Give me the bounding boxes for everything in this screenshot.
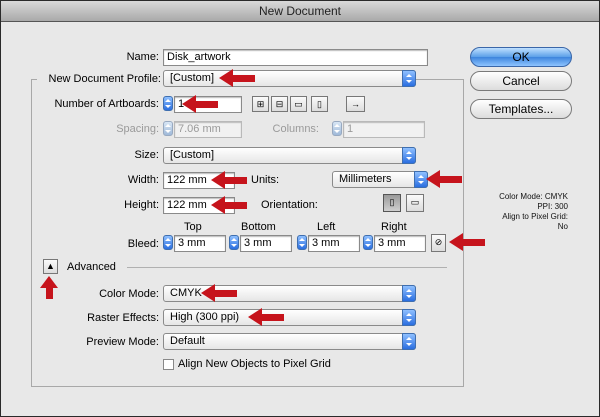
bleed-right-field[interactable]: 3 mm [374,235,426,252]
chevron-updown-icon [402,70,416,87]
triangle-up-icon[interactable]: ▲ [43,259,58,274]
units-select[interactable]: Millimeters [332,171,428,188]
bleed-right-stepper[interactable] [363,235,373,250]
bleed-bottom-stepper[interactable] [229,235,239,250]
summary-color-mode: Color Mode: CMYK [499,192,568,201]
annotation-arrow-up-shaft [46,287,53,299]
size-select[interactable]: [Custom] [163,147,416,164]
bleed-top-label: Top [184,221,202,233]
templates-button[interactable]: Templates... [470,99,572,119]
size-label: Size: [134,149,159,161]
orientation-label: Orientation: [261,199,318,211]
chevron-updown-icon [402,285,416,302]
portrait-icon[interactable]: ▯ [383,194,401,212]
chevron-updown-icon [402,147,416,164]
advanced-divider [127,267,447,268]
bleed-right-label: Right [381,221,407,233]
height-label: Height: [124,199,159,211]
color-mode-label: Color Mode: [99,288,159,300]
bleed-top-field[interactable]: 3 mm [174,235,226,252]
spacing-label: Spacing: [116,123,159,135]
cancel-button[interactable]: Cancel [470,71,572,91]
raster-effects-label: Raster Effects: [87,312,159,324]
units-value: Millimeters [339,173,392,185]
bleed-top-stepper[interactable] [163,235,173,250]
bleed-left-label: Left [317,221,336,233]
width-label: Width: [127,174,159,186]
arrange-by-row-icon[interactable]: ▭ [290,96,307,112]
bleed-label: Bleed: [127,238,159,250]
arrange-by-column-icon[interactable]: ▯ [311,96,328,112]
preview-mode-select[interactable]: Default [163,333,416,350]
landscape-icon[interactable]: ▭ [406,194,424,212]
bleed-left-field[interactable]: 3 mm [308,235,360,252]
size-value: [Custom] [170,149,215,161]
new-document-dialog: New Document OK Cancel Templates... Name… [0,0,600,417]
name-label: Name: [126,51,159,63]
profile-label: New Document Profile: [37,73,163,85]
window-title: New Document [1,1,599,22]
spacing-stepper[interactable] [163,121,173,136]
summary-ppi: PPI: 300 [537,202,568,211]
align-pixel-grid-label: Align New Objects to Pixel Grid [178,358,331,370]
artboards-stepper[interactable] [163,96,173,111]
spacing-field[interactable]: 7.06 mm [174,121,242,138]
chevron-updown-icon [402,333,416,350]
columns-label: Columns: [272,123,319,135]
chevron-updown-icon [402,309,416,326]
raster-effects-value: High (300 ppi) [170,311,240,323]
ok-button[interactable]: OK [470,47,572,67]
summary-align: Align to Pixel Grid: No [502,212,568,231]
link-bleed-icon[interactable]: ⊘ [431,234,446,252]
bleed-left-stepper[interactable] [297,235,307,250]
color-mode-value: CMYK [170,287,202,299]
artboards-label: Number of Artboards: [54,98,159,110]
profile-select[interactable]: [Custom] [163,70,416,87]
units-label: Units: [251,174,280,186]
bleed-bottom-field[interactable]: 3 mm [240,235,292,252]
columns-stepper[interactable] [332,121,342,136]
preview-mode-label: Preview Mode: [86,336,159,348]
grid-by-row-icon[interactable]: ⊞ [252,96,269,112]
bleed-bottom-label: Bottom [241,221,276,233]
name-field[interactable]: Disk_artwork [163,49,428,66]
right-to-left-icon[interactable]: → [346,96,365,112]
raster-effects-select[interactable]: High (300 ppi) [163,309,416,326]
profile-value: [Custom] [170,72,215,84]
grid-by-column-icon[interactable]: ⊟ [271,96,288,112]
align-pixel-grid-checkbox[interactable] [163,359,174,370]
summary-panel: Color Mode: CMYK PPI: 300 Align to Pixel… [498,192,568,232]
columns-field[interactable]: 1 [343,121,425,138]
preview-mode-value: Default [170,335,205,347]
